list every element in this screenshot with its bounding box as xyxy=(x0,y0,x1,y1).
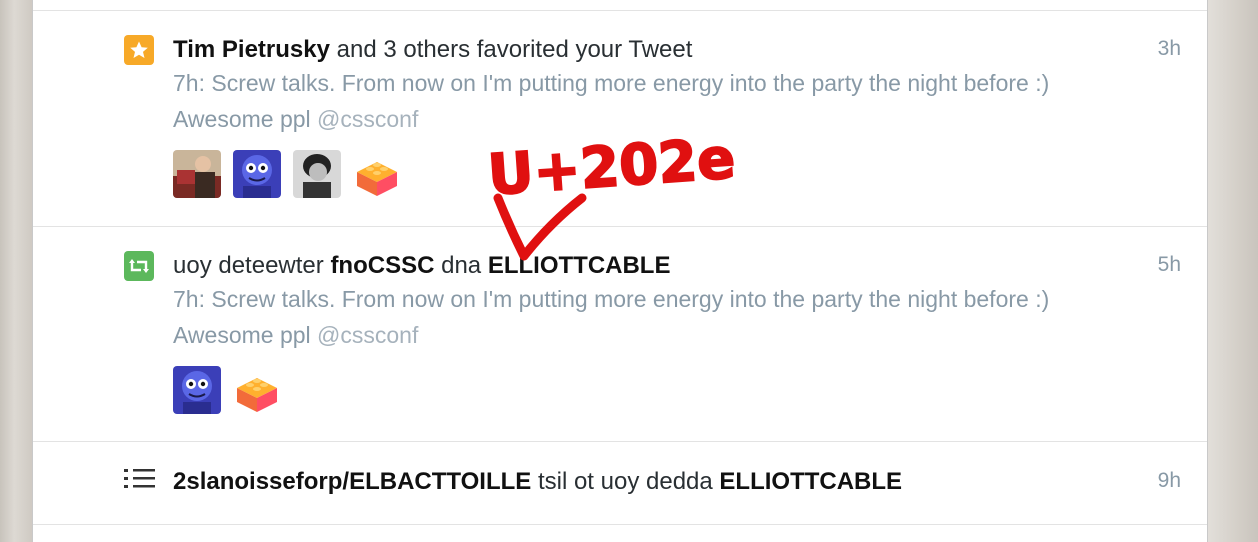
timestamp: 5h xyxy=(1157,253,1181,276)
action-text: uoy deteewter xyxy=(173,252,331,279)
actor-link[interactable]: Tim Pietrusky xyxy=(173,36,330,63)
tweet-text: 7h: Screw talks. From now on I'm putting… xyxy=(173,286,1050,348)
avatar-blue-robot[interactable] xyxy=(173,366,221,414)
notification-headline: Tim Pietrusky and 3 others favorited you… xyxy=(173,36,692,64)
mention-link[interactable]: @cssconf xyxy=(317,106,418,132)
background-right xyxy=(1208,0,1258,542)
notification-headline: 2slanoisseforp/ELBACTTOILLE tsil ot uoy … xyxy=(173,468,902,496)
actor-link[interactable]: ELLIOTTCABLE xyxy=(719,468,902,495)
tweet-preview[interactable]: 7h: Screw talks. From now on I'm putting… xyxy=(173,281,1053,353)
retweet-icon xyxy=(124,251,154,281)
notifications-panel: Tim Pietrusky and 3 others favorited you… xyxy=(32,0,1208,542)
avatar-photo-man[interactable] xyxy=(173,150,221,198)
divider xyxy=(33,524,1207,525)
mention-link[interactable]: @cssconf xyxy=(317,322,418,348)
notification-list-added[interactable]: 2slanoisseforp/ELBACTTOILLE tsil ot uoy … xyxy=(33,442,1207,524)
action-text: dna xyxy=(434,252,488,279)
tweet-preview[interactable]: 7h: Screw talks. From now on I'm putting… xyxy=(173,65,1053,137)
actor-link[interactable]: ELLIOTTCABLE xyxy=(488,252,671,279)
avatar-row xyxy=(173,366,281,414)
actor-link[interactable]: fnoCSSC xyxy=(330,252,434,279)
star-icon xyxy=(124,35,154,65)
notification-favorite[interactable]: Tim Pietrusky and 3 others favorited you… xyxy=(33,11,1207,226)
avatar-row xyxy=(173,150,401,198)
tweet-text: 7h: Screw talks. From now on I'm putting… xyxy=(173,70,1050,132)
avatar-lego-brick[interactable] xyxy=(233,366,281,414)
avatar-bw-portrait[interactable] xyxy=(293,150,341,198)
action-text: tsil ot uoy dedda xyxy=(531,468,720,495)
timestamp: 9h xyxy=(1157,469,1181,492)
action-text: and 3 others favorited your Tweet xyxy=(329,36,693,63)
background-left xyxy=(0,0,32,542)
avatar-blue-robot[interactable] xyxy=(233,150,281,198)
timestamp: 3h xyxy=(1157,37,1181,60)
notification-retweet[interactable]: uoy deteewter fnoCSSC dna ELLIOTTCABLE 5… xyxy=(33,227,1207,441)
list-icon xyxy=(124,469,155,488)
avatar-lego-brick[interactable] xyxy=(353,150,401,198)
notification-headline: uoy deteewter fnoCSSC dna ELLIOTTCABLE xyxy=(173,252,670,280)
list-link[interactable]: 2slanoisseforp/ELBACTTOILLE xyxy=(173,468,531,495)
